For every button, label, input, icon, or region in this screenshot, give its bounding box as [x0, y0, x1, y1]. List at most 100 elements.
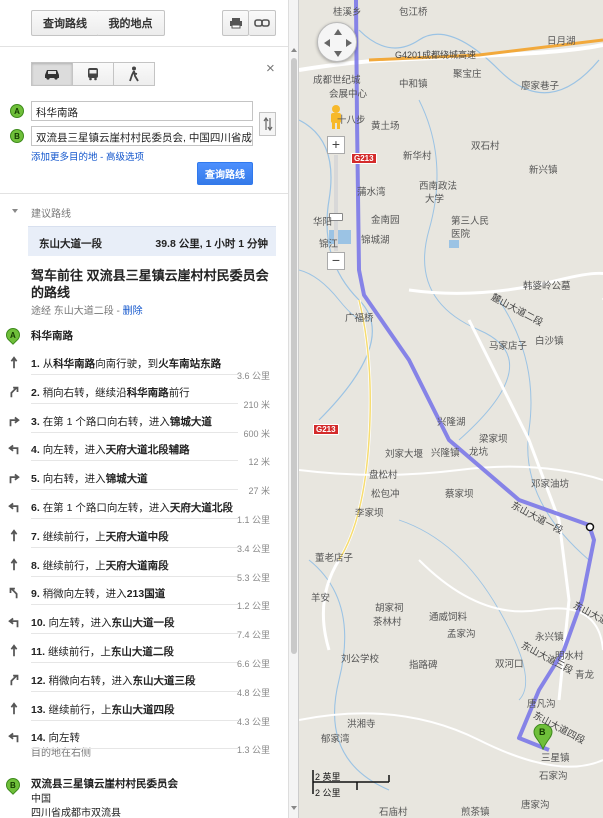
map-label: 锦城湖 — [361, 235, 390, 246]
step-row[interactable]: 11. 继续前行，上东山大道二段 6.6 公里 — [0, 637, 288, 669]
map-view[interactable]: + − B 2 英里 2 公里 桂溪乡 包江桥 日月湖 G4201成都绕城高速 成都世纪… — [299, 0, 603, 818]
step-row[interactable]: 13. 继续前行，上东山大道四段 4.3 公里 — [0, 695, 288, 727]
map-label: 中和镇 — [399, 79, 428, 90]
end-name: 双流县三星镇云崖村村民委员会 — [31, 778, 178, 790]
map-label: 会展中心 — [329, 89, 368, 100]
turn-slight-right-icon — [10, 386, 19, 398]
walking-icon — [129, 66, 139, 82]
advanced-options-link[interactable]: 高级选项 — [106, 152, 144, 163]
step-text: 1. 从科华南路向南行驶，到火车南站东路 — [31, 358, 222, 370]
step-row[interactable]: 1. 从科华南路向南行驶，到火车南站东路 3.6 公里 — [0, 349, 288, 381]
print-button[interactable] — [222, 10, 249, 36]
map-label: 日月湖 — [547, 36, 576, 47]
swap-button[interactable] — [259, 112, 276, 136]
swap-arrows-icon — [263, 117, 272, 131]
map-label: 锦江 — [319, 239, 339, 250]
print-icon — [229, 18, 242, 29]
map-label: 新华村 — [403, 151, 432, 162]
map-label: 医院 — [451, 229, 471, 240]
map-label: 永兴镇 — [535, 632, 564, 643]
map-label: 第三人民 — [451, 216, 490, 227]
delete-via-link[interactable]: 删除 — [123, 306, 143, 317]
map-label: 马家店子 — [489, 341, 528, 352]
scale-km: 2 公里 — [315, 788, 341, 798]
step-row[interactable]: 9. 稍微向左转，进入213国道 1.2 公里 — [0, 579, 288, 611]
via-label: 途经 东山大道二段 - — [31, 306, 123, 317]
destination-pin-letter: B — [539, 727, 546, 737]
end-country: 中国 — [31, 794, 51, 805]
mode-transit[interactable] — [72, 62, 114, 86]
route-name: 东山大道一段 — [39, 238, 102, 250]
step-row[interactable]: 2. 稍向右转，继续沿科华南路前行 210 米 — [0, 378, 288, 410]
step-row[interactable]: 6. 在第 1 个路口向左转，进入天府大道北段 1.1 公里 — [0, 493, 288, 525]
map-label: 羊安 — [311, 593, 331, 604]
add-destination-link[interactable]: 添加更多目的地 — [31, 152, 98, 163]
route-waypoint[interactable] — [585, 522, 595, 532]
step-text: 14. 向左转 — [31, 732, 81, 745]
turn-left-icon — [8, 617, 19, 628]
collapse-triangle-icon[interactable] — [12, 209, 18, 213]
zoom-in-button[interactable]: + — [327, 136, 345, 154]
origin-input[interactable]: 科华南路 — [31, 101, 253, 121]
map-label: 刘公学校 — [341, 654, 380, 665]
pan-arrows-icon — [324, 29, 352, 57]
step-row[interactable]: 8. 继续前行，上天府大道南段 5.3 公里 — [0, 551, 288, 583]
zoom-out-button[interactable]: − — [327, 252, 345, 270]
map-label: 茶林村 — [373, 617, 402, 628]
step-row[interactable]: 3. 在第 1 个路口向右转，进入锦城大道 600 米 — [0, 407, 288, 439]
step-text: 6. 在第 1 个路口向左转，进入天府大道北段 — [31, 502, 233, 514]
map-label: 煎茶镇 — [461, 807, 490, 818]
map-label: 洪湘寺 — [347, 719, 376, 730]
map-label: 黄土场 — [371, 121, 400, 132]
get-directions-button[interactable]: 查询路线 — [197, 162, 253, 185]
highway-shield: G213 — [313, 424, 339, 435]
step-text: 13. 继续前行，上东山大道四段 — [31, 703, 175, 716]
map-label: 桂溪乡 — [333, 7, 362, 18]
step-text: 4. 向左转，进入天府大道北段辅路 — [31, 444, 190, 457]
map-label: 成都世纪城 — [313, 75, 361, 86]
step-text: 9. 稍微向左转，进入213国道 — [31, 588, 166, 601]
directions-button[interactable]: 查询路线 — [31, 10, 99, 36]
map-label: 西南政法 — [419, 181, 458, 192]
step-row[interactable]: 7. 继续前行，上天府大道中段 3.4 公里 — [0, 522, 288, 554]
step-row[interactable]: 10. 向左转，进入东山大道一段 7.4 公里 — [0, 608, 288, 640]
turn-straight-icon — [10, 701, 18, 714]
my-places-button[interactable]: 我的地点 — [97, 10, 165, 36]
step-row[interactable]: 12. 稍微向右转，进入东山大道三段 4.8 公里 — [0, 666, 288, 698]
scroll-down-icon[interactable] — [291, 806, 297, 810]
scroll-thumb[interactable] — [291, 58, 297, 654]
map-label: 三星镇 — [541, 753, 570, 764]
close-icon[interactable]: × — [266, 60, 275, 77]
step-text: 3. 在第 1 个路口向右转，进入锦城大道 — [31, 415, 212, 428]
map-label: 李家坝 — [355, 508, 384, 519]
step-text: 5. 向右转，进入锦城大道 — [31, 473, 148, 486]
step-row[interactable]: 5. 向右转，进入锦城大道 27 米 — [0, 464, 288, 496]
destination-input[interactable]: 双流县三星镇云崖村村民委员会, 中国四川省成都 — [31, 126, 253, 146]
mode-walking[interactable] — [113, 62, 155, 86]
step-text: 12. 稍微向右转，进入东山大道三段 — [31, 674, 196, 687]
suggested-route-row[interactable]: 东山大道一段 39.8 公里, 1 小时 1 分钟 — [28, 226, 276, 256]
pan-control[interactable] — [317, 22, 357, 62]
map-label: 华阳 — [313, 217, 333, 228]
map-label: 白沙镇 — [535, 336, 564, 347]
map-label: 龙坑 — [469, 447, 489, 458]
map-label: 松包冲 — [371, 489, 400, 500]
turn-left-icon — [8, 502, 19, 513]
turn-straight-icon — [10, 644, 18, 657]
turn-slight-right-icon — [10, 674, 19, 686]
panel-scrollbar[interactable] — [288, 0, 299, 818]
map-label: 唐凡沟 — [527, 699, 556, 710]
turn-slight-left-icon — [9, 588, 18, 599]
start-name: 科华南路 — [31, 330, 73, 342]
step-row[interactable]: 14. 向左转 目的地在右侧 1.3 公里 — [0, 723, 288, 759]
mode-driving[interactable] — [31, 62, 73, 86]
step-text: 2. 稍向右转，继续沿科华南路前行 — [31, 386, 190, 399]
scroll-up-icon[interactable] — [291, 48, 297, 52]
step-row[interactable]: 4. 向左转，进入天府大道北段辅路 12 米 — [0, 435, 288, 467]
map-label: 刘家大堰 — [385, 449, 424, 460]
map-label: 大学 — [425, 194, 445, 205]
map-label: 通威饲料 — [429, 612, 468, 623]
link-button[interactable] — [249, 10, 276, 36]
map-label: 董老店子 — [315, 553, 354, 564]
step-note: 目的地在右侧 — [31, 748, 91, 760]
